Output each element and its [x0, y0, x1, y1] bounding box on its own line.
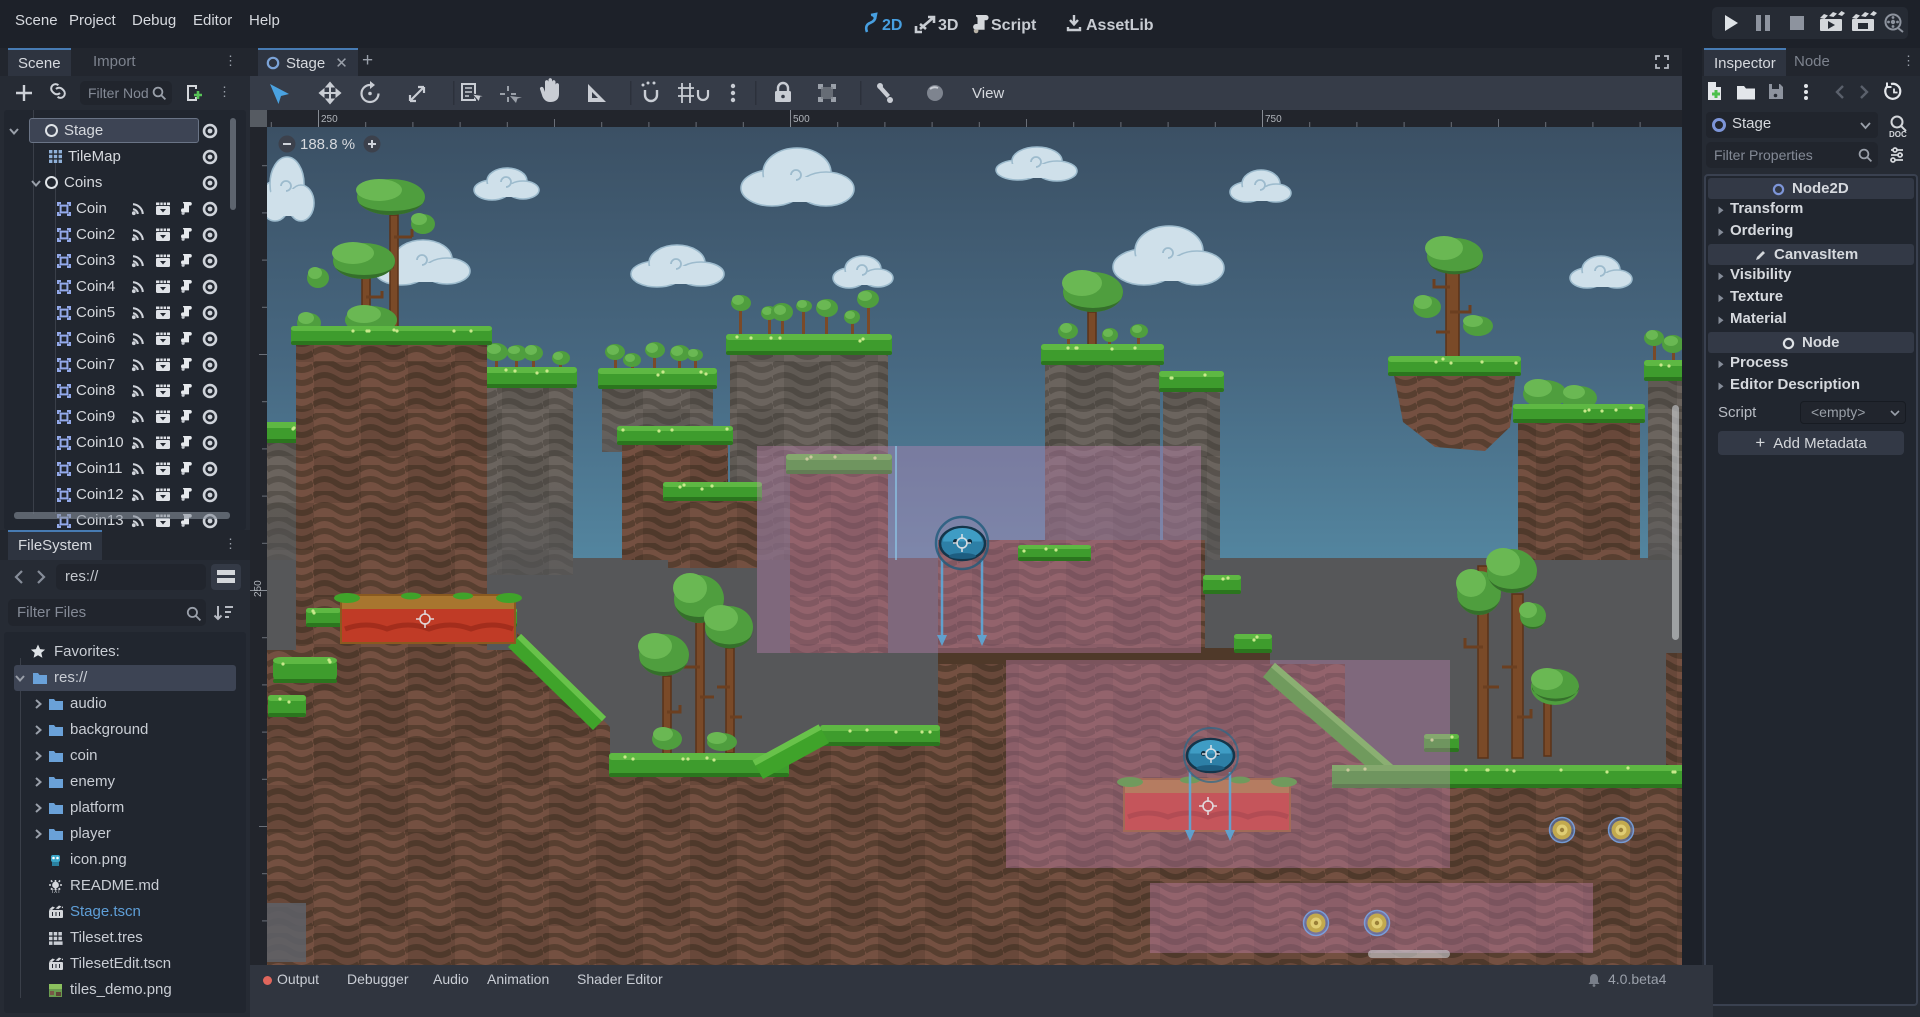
svg-text:2D: 2D	[882, 17, 902, 34]
svg-text:250: 250	[253, 580, 264, 597]
svg-text:View: View	[972, 85, 1004, 102]
svg-text:3D: 3D	[938, 17, 958, 34]
svg-text:188.8 %: 188.8 %	[300, 136, 355, 153]
svg-text:DOC: DOC	[1889, 130, 1907, 139]
svg-text:TXT: TXT	[51, 889, 60, 894]
svg-text:AssetLib: AssetLib	[1086, 17, 1154, 34]
svg-text:500: 500	[793, 114, 810, 125]
svg-text:Script: Script	[991, 17, 1037, 34]
svg-text:250: 250	[321, 114, 338, 125]
svg-text:750: 750	[1265, 114, 1282, 125]
